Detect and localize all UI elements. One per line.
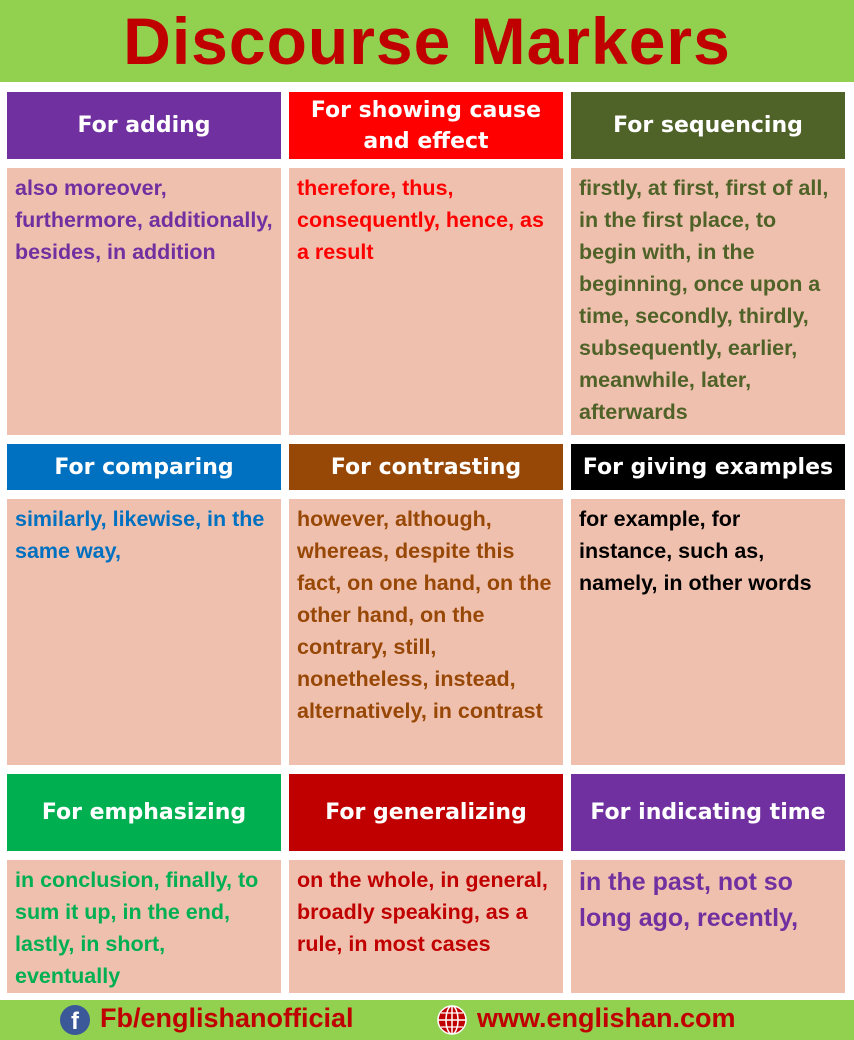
website-link[interactable]: www.englishan.com xyxy=(477,1003,736,1034)
card-header: For contrasting xyxy=(289,444,563,490)
card-header: For sequencing xyxy=(571,92,845,159)
facebook-link[interactable]: Fb/englishanofficial xyxy=(100,1003,354,1034)
card-body: similarly, likewise, in the same way, xyxy=(7,499,281,765)
card-header: For indicating time xyxy=(571,774,845,851)
facebook-icon: f xyxy=(60,1005,90,1035)
card-body: on the whole, in general, broadly speaki… xyxy=(289,860,563,993)
card-body: firstly, at first, first of all, in the … xyxy=(571,168,845,435)
card-header: For adding xyxy=(7,92,281,159)
card-header: For generalizing xyxy=(289,774,563,851)
footer: f Fb/englishanofficial www.englishan.com xyxy=(0,1000,854,1040)
card-body: for example, for instance, such as, name… xyxy=(571,499,845,765)
card-body: however, although, whereas, despite this… xyxy=(289,499,563,765)
card-header: For showing cause and effect xyxy=(289,92,563,159)
page-title: Discourse Markers xyxy=(123,4,731,78)
globe-icon xyxy=(437,1005,467,1035)
card-body: in the past, not so long ago, recently, xyxy=(571,860,845,993)
card-header: For comparing xyxy=(7,444,281,490)
card-body: also moreover, furthermore, additionally… xyxy=(7,168,281,435)
title-bar: Discourse Markers xyxy=(0,0,854,82)
card-header: For giving examples xyxy=(571,444,845,490)
card-body: in conclusion, finally, to sum it up, in… xyxy=(7,860,281,993)
card-header: For emphasizing xyxy=(7,774,281,851)
card-body: therefore, thus, consequently, hence, as… xyxy=(289,168,563,435)
